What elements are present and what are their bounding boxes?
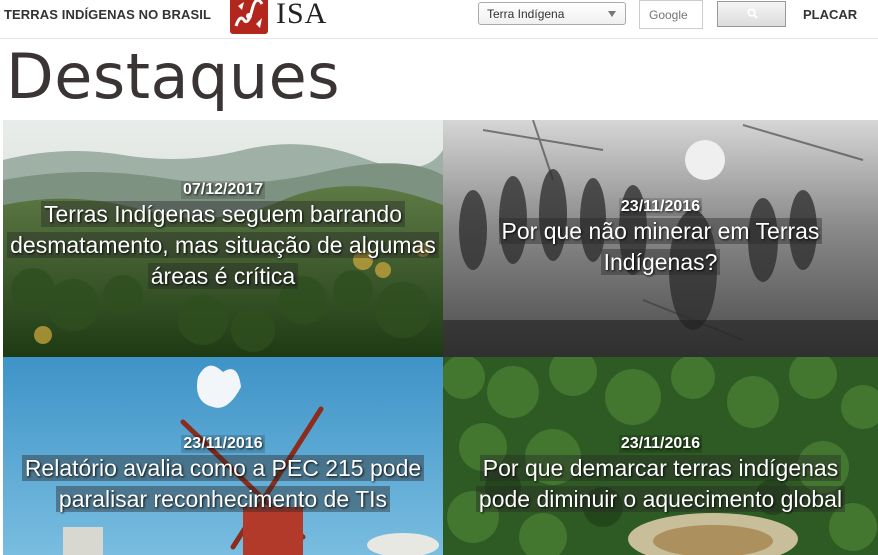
isa-logo-mark-icon: [230, 0, 268, 34]
card-title[interactable]: Relatório avalia como a PEC 215 pode par…: [3, 453, 443, 515]
card-date: 23/11/2016: [618, 198, 703, 216]
card-caption: 23/11/2016 Por que não minerar em Terras…: [443, 198, 878, 278]
search-icon: [747, 8, 758, 19]
card-caption: 07/12/2017 Terras Indígenas seguem barra…: [3, 181, 443, 292]
card-date: 23/11/2016: [618, 435, 703, 453]
chevron-down-icon: [608, 11, 616, 17]
site-title[interactable]: TERRAS INDÍGENAS NO BRASIL: [4, 7, 211, 22]
card-title[interactable]: Terras Indígenas seguem barrando desmata…: [3, 199, 443, 292]
search-box: [639, 0, 703, 29]
search-button[interactable]: [717, 1, 786, 27]
card-title[interactable]: Por que não minerar em Terras Indígenas?: [443, 216, 878, 278]
news-card[interactable]: 23/11/2016 Relatório avalia como a PEC 2…: [3, 357, 443, 555]
category-select[interactable]: Terra Indígena: [478, 2, 626, 25]
isa-logo[interactable]: ISA: [230, 0, 328, 36]
card-title-text: Por que demarcar terras indígenas pode d…: [475, 455, 846, 512]
card-title-text: Terras Indígenas seguem barrando desmata…: [7, 201, 439, 289]
placar-link[interactable]: PLACAR: [803, 7, 857, 22]
card-title-text: Por que não minerar em Terras Indígenas?: [498, 218, 823, 275]
category-select-value: Terra Indígena: [487, 7, 565, 21]
search-input[interactable]: [640, 1, 702, 28]
card-date: 23/11/2016: [181, 435, 265, 453]
card-caption: 23/11/2016 Relatório avalia como a PEC 2…: [3, 435, 443, 515]
news-card[interactable]: 07/12/2017 Terras Indígenas seguem barra…: [3, 120, 443, 357]
page-title: Destaques: [6, 40, 341, 113]
card-title-text: Relatório avalia como a PEC 215 pode par…: [21, 455, 425, 512]
card-date: 07/12/2017: [180, 181, 266, 199]
logo-text: ISA: [276, 0, 328, 30]
card-caption: 23/11/2016 Por que demarcar terras indíg…: [443, 435, 878, 515]
card-title[interactable]: Por que demarcar terras indígenas pode d…: [443, 453, 878, 515]
news-card[interactable]: 23/11/2016 Por que não minerar em Terras…: [443, 120, 878, 357]
news-card[interactable]: 23/11/2016 Por que demarcar terras indíg…: [443, 357, 878, 555]
header: TERRAS INDÍGENAS NO BRASIL ISA Terra Ind…: [0, 0, 878, 39]
